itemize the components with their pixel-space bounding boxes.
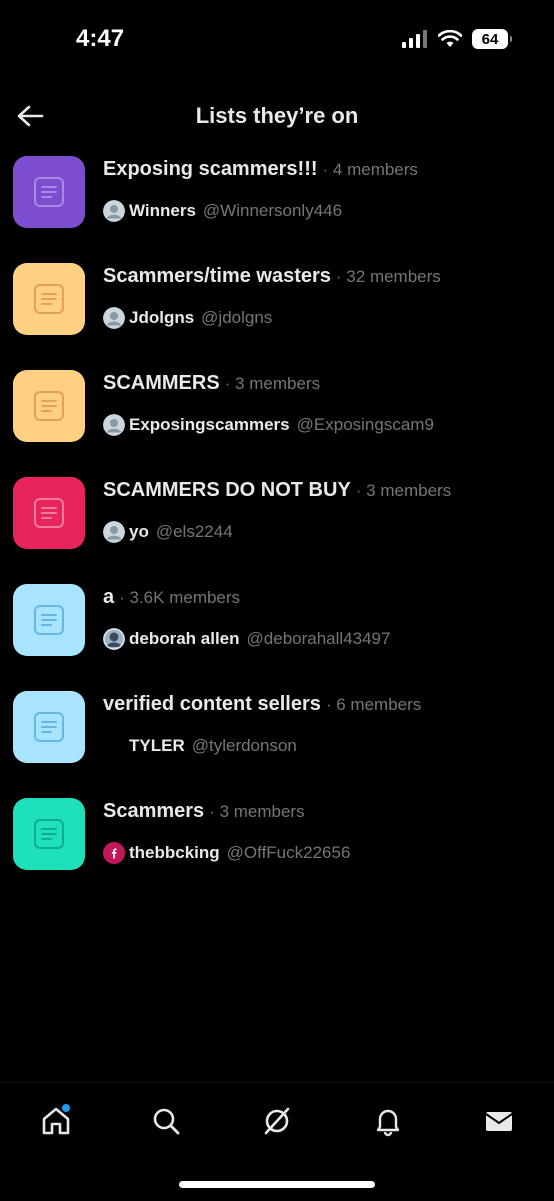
list-member-count: · 3.6K members xyxy=(119,588,241,607)
list-cover xyxy=(13,798,85,870)
owner-handle: @jdolgns xyxy=(201,308,273,327)
nav-search[interactable] xyxy=(146,1101,186,1141)
list-icon xyxy=(34,605,64,635)
list-name: SCAMMERS DO NOT BUY xyxy=(103,479,351,501)
avatar xyxy=(103,842,125,864)
list-item[interactable]: verified content sellers · 6 members TYL… xyxy=(0,691,554,798)
owner-name: TYLER xyxy=(129,736,185,755)
owner-name: thebbcking xyxy=(129,843,220,862)
status-icons: 64 xyxy=(402,29,512,49)
notification-dot xyxy=(62,1104,70,1112)
owner-handle: @Exposingscam9 xyxy=(296,415,434,434)
arrow-left-icon xyxy=(17,105,44,127)
list-icon xyxy=(34,712,64,742)
default-avatar-icon xyxy=(103,307,125,329)
list-item[interactable]: Scammers/time wasters · 32 members Jdolg… xyxy=(0,263,554,370)
status-time: 4:47 xyxy=(76,25,125,52)
letter-avatar-icon xyxy=(111,848,117,859)
photo-avatar-icon xyxy=(103,628,125,650)
list-name: Exposing scammers!!! xyxy=(103,158,318,180)
bell-icon xyxy=(376,1109,400,1137)
list-member-count: · 6 members xyxy=(325,695,422,714)
default-avatar-icon xyxy=(103,521,125,543)
list-cover xyxy=(13,477,85,549)
lists-container: Exposing scammers!!! · 4 members Winners… xyxy=(0,148,554,1078)
avatar xyxy=(103,414,125,436)
owner-name: deborah allen xyxy=(129,629,240,648)
avatar xyxy=(103,521,125,543)
status-bar: 4:47 64 xyxy=(0,0,554,84)
list-name: SCAMMERS xyxy=(103,372,220,394)
nav-home[interactable] xyxy=(36,1101,76,1141)
owner-name: Jdolgns xyxy=(129,308,195,327)
list-member-count: · 3 members xyxy=(209,802,305,821)
default-avatar-icon xyxy=(103,414,125,436)
list-item[interactable]: SCAMMERS DO NOT BUY · 3 members yo @els2… xyxy=(0,477,554,584)
owner-name: Winners xyxy=(129,201,196,220)
list-member-count: · 4 members xyxy=(322,160,418,179)
list-icon xyxy=(34,284,64,314)
back-button[interactable] xyxy=(14,100,46,132)
nav-notifications[interactable] xyxy=(368,1101,408,1141)
owner-name: yo xyxy=(129,522,149,541)
list-item[interactable]: SCAMMERS · 3 members Exposingscammers @E… xyxy=(0,370,554,477)
list-name: verified content sellers xyxy=(103,693,321,715)
list-cover xyxy=(13,584,85,656)
page-title: Lists they’re on xyxy=(195,103,359,128)
avatar xyxy=(103,200,125,222)
list-name: Scammers xyxy=(103,800,205,822)
list-icon xyxy=(34,498,64,528)
search-icon xyxy=(153,1108,180,1135)
owner-handle: @els2244 xyxy=(155,522,233,541)
list-item[interactable]: a · 3.6K members deborah allen @deboraha… xyxy=(0,584,554,691)
list-icon xyxy=(34,177,64,207)
list-member-count: · 32 members xyxy=(335,267,441,286)
header: Lists they’re on xyxy=(0,84,554,148)
list-member-count: · 3 members xyxy=(224,374,321,393)
list-member-count: · 3 members xyxy=(355,481,452,500)
list-icon xyxy=(34,391,64,421)
owner-handle: @Winnersonly446 xyxy=(202,201,343,220)
default-avatar-icon xyxy=(103,200,125,222)
owner-handle: @OffFuck22656 xyxy=(226,843,351,862)
list-name: Scammers/time wasters xyxy=(103,265,331,287)
battery-indicator: 64 xyxy=(472,29,512,49)
avatar xyxy=(103,735,125,757)
owner-handle: @tylerdonson xyxy=(191,736,297,755)
grok-icon xyxy=(264,1107,290,1135)
owner-handle: @deborahall43497 xyxy=(246,629,391,648)
battery-level: 64 xyxy=(481,30,499,48)
list-cover xyxy=(13,263,85,335)
list-cover xyxy=(13,691,85,763)
signal-icon xyxy=(402,30,427,48)
list-cover xyxy=(13,370,85,442)
avatar xyxy=(103,628,125,650)
nav-messages[interactable] xyxy=(479,1101,519,1141)
list-item[interactable]: Exposing scammers!!! · 4 members Winners… xyxy=(0,156,554,263)
nav-grok[interactable] xyxy=(257,1101,297,1141)
wifi-icon xyxy=(438,30,462,47)
home-indicator xyxy=(179,1181,375,1188)
owner-name: Exposingscammers xyxy=(129,415,290,434)
list-icon xyxy=(34,819,64,849)
mail-icon xyxy=(485,1112,513,1131)
avatar xyxy=(103,307,125,329)
list-name: a xyxy=(103,586,115,608)
list-item[interactable]: Scammers · 3 members thebbcking @OffFuck… xyxy=(0,798,554,905)
list-cover xyxy=(13,156,85,228)
